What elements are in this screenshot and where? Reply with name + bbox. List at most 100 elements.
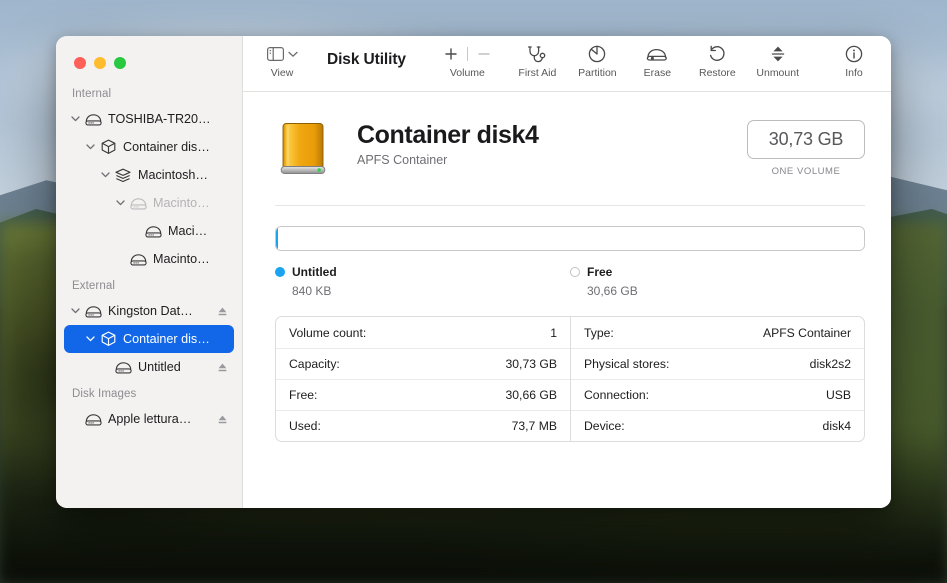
info-key: Device: — [584, 419, 625, 433]
legend-item-free[interactable]: Free 30,66 GB — [570, 265, 865, 298]
eject-icon[interactable] — [216, 306, 229, 317]
partition-label: Partition — [578, 67, 617, 79]
info-value: 30,66 GB — [505, 388, 558, 402]
eject-icon[interactable] — [216, 362, 229, 373]
sidebar-item[interactable]: Macinto… — [64, 189, 234, 217]
disclosure-chevron-down-icon[interactable] — [113, 200, 128, 206]
info-button[interactable]: Info — [833, 43, 875, 79]
sidebar-item[interactable]: Untitled — [64, 353, 234, 381]
capacity-caption: ONE VOLUME — [771, 166, 841, 177]
close-button[interactable] — [74, 57, 86, 69]
unmount-label: Unmount — [756, 67, 799, 79]
info-row: Physical stores: disk2s2 — [571, 348, 864, 379]
volume-controls[interactable]: Volume — [436, 43, 498, 79]
disclosure-chevron-down-icon[interactable] — [98, 172, 113, 178]
minimize-button[interactable] — [94, 57, 106, 69]
hard-drive-icon — [113, 361, 133, 374]
chevron-down-icon — [287, 51, 298, 57]
usage-legend: Untitled 840 KB Free 30,66 GB — [275, 265, 865, 298]
page-subtitle: APFS Container — [357, 153, 448, 167]
stethoscope-icon — [527, 43, 547, 65]
plus-icon — [445, 48, 457, 60]
container-box-icon — [98, 331, 118, 347]
sidebar-item[interactable]: TOSHIBA-TR20… — [64, 105, 234, 133]
sidebar-item[interactable]: Kingston Dat… — [64, 297, 234, 325]
traffic-lights — [56, 36, 242, 69]
info-key: Physical stores: — [584, 357, 670, 371]
zoom-button[interactable] — [114, 57, 126, 69]
info-table-left: Volume count: 1 Capacity: 30,73 GB Free: 30,6… — [276, 317, 570, 441]
sidebar: Internal TOSHIBA-TR20… Container dis… Macin… — [56, 36, 243, 508]
sidebar-item[interactable]: Macinto… — [64, 245, 234, 273]
view-button[interactable]: View — [259, 43, 305, 79]
disclosure-chevron-down-icon[interactable] — [83, 144, 98, 150]
sidebar-item-label: Maci… — [168, 224, 208, 238]
info-value: 1 — [550, 325, 557, 340]
legend-label-untitled: Untitled — [292, 265, 337, 279]
legend-label-free: Free — [587, 265, 613, 279]
restore-arrow-icon — [708, 43, 726, 65]
sidebar-item-label: Kingston Dat… — [108, 304, 193, 318]
sidebar-item-label: Container dis… — [123, 332, 210, 346]
hard-drive-icon — [128, 253, 148, 266]
restore-label: Restore — [699, 67, 736, 79]
volume-label: Volume — [449, 67, 485, 79]
container-box-icon — [98, 139, 118, 155]
hard-drive-icon — [83, 113, 103, 126]
info-row: Free: 30,66 GB — [276, 379, 570, 410]
unmount-button[interactable]: Unmount — [756, 43, 799, 79]
sidebar-item-label: Apple lettura… — [108, 412, 192, 426]
partition-button[interactable]: Partition — [576, 43, 618, 79]
sidebar-device-list: Internal TOSHIBA-TR20… Container dis… Macin… — [56, 69, 242, 433]
disclosure-chevron-down-icon[interactable] — [68, 116, 83, 122]
hero-section: Container disk4 APFS Container 30,73 GB … — [275, 114, 865, 185]
sidebar-item[interactable]: Container dis… — [64, 325, 234, 353]
capacity-summary: 30,73 GB ONE VOLUME — [747, 114, 865, 177]
first-aid-button[interactable]: First Aid — [516, 43, 558, 79]
hard-drive-icon — [83, 413, 103, 426]
sidebar-item-label: Macintosh… — [138, 168, 208, 182]
info-key: Connection: — [584, 388, 650, 402]
info-row: Capacity: 30,73 GB — [276, 348, 570, 379]
page-title: Container disk4 — [357, 121, 539, 149]
info-table-right: Type: APFS Container Physical stores: disk2… — [570, 317, 864, 441]
info-key: Capacity: — [289, 357, 340, 371]
content-area: View Disk Utility Volume First Aid Parti… — [243, 36, 891, 508]
toolbar: View Disk Utility Volume First Aid Parti… — [243, 36, 891, 92]
info-row: Connection: USB — [571, 379, 864, 410]
legend-size-untitled: 840 KB — [292, 284, 332, 298]
volume-group-icon — [113, 168, 133, 183]
disclosure-chevron-down-icon[interactable] — [68, 308, 83, 314]
info-row: Used: 73,7 MB — [276, 410, 570, 441]
disclosure-chevron-down-icon[interactable] — [83, 336, 98, 342]
sidebar-item[interactable]: Apple lettura… — [64, 405, 234, 433]
info-value: USB — [825, 388, 851, 402]
usage-segment-free — [277, 227, 864, 250]
eject-icon[interactable] — [216, 414, 229, 425]
info-row: Volume count: 1 — [276, 317, 570, 348]
info-value: disk4 — [822, 419, 851, 433]
sidebar-item[interactable]: Container dis… — [64, 133, 234, 161]
sidebar-item-label: Macinto… — [153, 196, 210, 210]
external-drive-icon — [275, 118, 337, 185]
legend-swatch-free — [570, 267, 580, 277]
hard-drive-icon — [83, 305, 103, 318]
section-divider — [275, 205, 865, 206]
pie-chart-icon — [588, 43, 606, 65]
sidebar-item-label: Untitled — [138, 360, 181, 374]
capacity-usage-bar[interactable] — [275, 226, 865, 251]
view-label: View — [270, 67, 294, 79]
legend-swatch-untitled — [275, 267, 285, 277]
info-row: Type: APFS Container — [571, 317, 864, 348]
info-key: Volume count: — [289, 325, 367, 340]
sidebar-item[interactable]: Macintosh… — [64, 161, 234, 189]
erase-button[interactable]: Erase — [636, 43, 678, 79]
info-circle-icon — [845, 43, 863, 65]
hard-drive-icon — [143, 225, 163, 238]
legend-item-untitled[interactable]: Untitled 840 KB — [275, 265, 570, 298]
sidebar-item[interactable]: Maci… — [64, 217, 234, 245]
restore-button[interactable]: Restore — [696, 43, 738, 79]
sidebar-group-title: Internal — [72, 88, 112, 100]
info-value: disk2s2 — [809, 357, 851, 371]
erase-disk-icon — [646, 43, 668, 65]
